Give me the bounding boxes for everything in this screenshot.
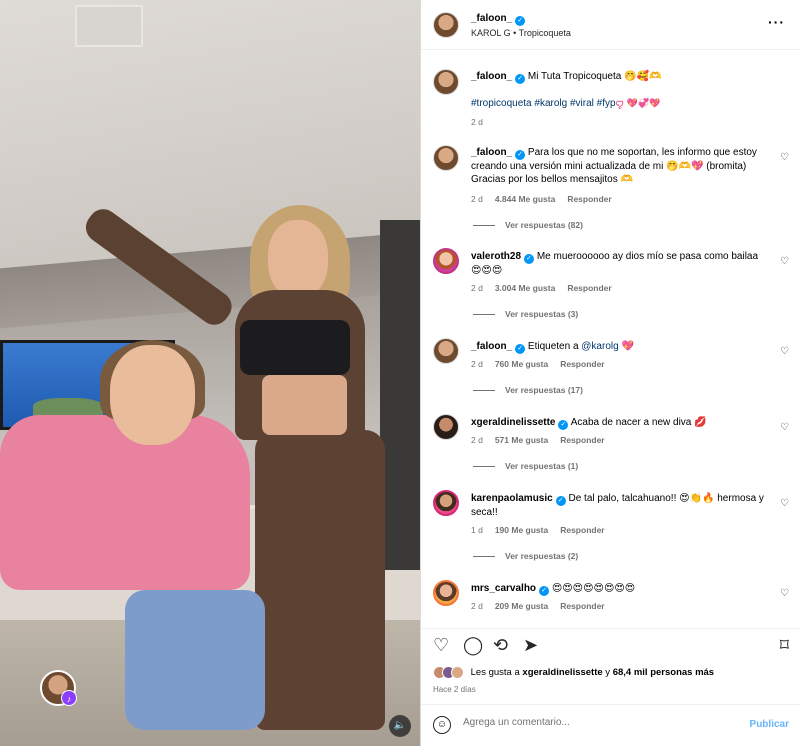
verified-icon: ✓ <box>524 254 535 264</box>
reply-button[interactable]: Responder <box>567 194 611 204</box>
view-replies-button[interactable]: Ver respuestas (2) <box>473 551 578 561</box>
comment-text-suffix: 💖 <box>618 341 634 352</box>
heart-icon[interactable]: ♡ <box>780 256 789 267</box>
comment-text: Acaba de nacer a new diva 💋 <box>570 417 707 428</box>
comment-username[interactable]: karenpaolamusic <box>471 493 553 504</box>
verified-icon: ✓ <box>558 420 569 430</box>
woman-top <box>240 320 350 375</box>
verified-icon: ✓ <box>515 74 526 84</box>
woman-pants <box>255 430 385 730</box>
comment-username[interactable]: _faloon_ <box>471 147 512 158</box>
heart-icon[interactable]: ♡ <box>780 422 789 433</box>
comment-time: 2 d <box>471 283 483 293</box>
comment-likes[interactable]: 209 Me gusta <box>495 601 548 611</box>
reply-button[interactable]: Responder <box>560 601 604 611</box>
video-ceiling-vent <box>75 5 143 47</box>
bookmark-icon[interactable]: ⌑ <box>780 635 789 656</box>
reply-button[interactable]: Responder <box>560 525 604 535</box>
comment-avatar[interactable] <box>433 490 459 516</box>
comment-username[interactable]: xgeraldinelissette <box>471 417 555 428</box>
comment-avatar[interactable] <box>433 145 459 171</box>
video-door <box>380 220 420 570</box>
view-replies-button[interactable]: Ver respuestas (17) <box>473 385 583 395</box>
collab-badge-icon: ♪ <box>61 690 77 706</box>
view-replies-button[interactable]: Ver respuestas (3) <box>473 309 578 319</box>
view-replies-button[interactable]: Ver respuestas (1) <box>473 461 578 471</box>
comment-time: 2 d <box>471 435 483 445</box>
comment-username[interactable]: _faloon_ <box>471 341 512 352</box>
comment-time: 2 d <box>471 359 483 369</box>
verified-icon: ✓ <box>515 150 526 160</box>
comment-avatar[interactable] <box>433 248 459 274</box>
author-username[interactable]: _faloon_ <box>471 13 512 24</box>
heart-icon[interactable]: ♡ <box>780 588 789 599</box>
comment-time: 1 d <box>471 525 483 535</box>
comment-text-prefix: Etiqueten a <box>527 341 582 352</box>
comment-mention[interactable]: @karolg <box>581 341 618 352</box>
comment-avatar[interactable] <box>433 338 459 364</box>
emoji-icon[interactable]: ☺ <box>433 716 451 734</box>
caption-avatar[interactable] <box>433 69 459 95</box>
comment-likes[interactable]: 571 Me gusta <box>495 435 548 445</box>
comment-avatar[interactable] <box>433 580 459 606</box>
reply-button[interactable]: Responder <box>560 359 604 369</box>
caption-username[interactable]: _faloon_ <box>471 71 512 82</box>
comment-time: 2 d <box>471 194 483 204</box>
comment-likes[interactable]: 760 Me gusta <box>495 359 548 369</box>
comment-username[interactable]: valeroth28 <box>471 251 521 262</box>
woman-face <box>268 220 328 298</box>
publish-button[interactable]: Publicar <box>750 719 789 730</box>
comment-icon[interactable]: ◯ <box>463 635 483 656</box>
reply-button[interactable]: Responder <box>567 283 611 293</box>
caption-time: 2 d <box>471 117 483 127</box>
comment-composer: ☺ Publicar <box>421 704 800 746</box>
author-avatar[interactable] <box>433 12 459 38</box>
send-icon[interactable]: ➤ <box>523 635 538 656</box>
comment-text: 😍😍😍😍😍😍😍😍 <box>551 583 636 594</box>
verified-icon: ✓ <box>515 344 526 354</box>
post-header: _faloon_ ✓ KAROL G • Tropicoqueta ··· <box>421 0 800 50</box>
heart-icon[interactable]: ♡ <box>780 346 789 357</box>
woman-midriff <box>262 375 347 435</box>
girl-jeans <box>125 590 265 730</box>
reply-button[interactable]: Responder <box>560 435 604 445</box>
likes-summary: Les gusta a xgeraldinelissette y 68,4 mi… <box>433 666 714 679</box>
caption-hashtags[interactable]: #tropicoqueta #karolg #viral #fyp <box>471 98 616 109</box>
video-ceiling <box>0 0 420 270</box>
post-video[interactable]: ♪ 🔈 <box>0 0 420 746</box>
verified-icon: ✓ <box>539 586 550 596</box>
comment-likes[interactable]: 190 Me gusta <box>495 525 548 535</box>
audio-track[interactable]: KAROL G • Tropicoqueta <box>471 28 571 38</box>
comment-input[interactable] <box>463 717 743 728</box>
comment-likes[interactable]: 3.004 Me gusta <box>495 283 555 293</box>
post-panel: _faloon_ ✓ KAROL G • Tropicoqueta ··· _fa… <box>420 0 800 746</box>
heart-icon[interactable]: ♡ <box>780 152 789 163</box>
verified-icon: ✓ <box>555 496 566 506</box>
comment-text: Para los que no me soportan, les informo… <box>471 147 757 185</box>
speaker-icon[interactable]: 🔈 <box>389 715 411 737</box>
caption-hashtag-emojis: ꨄ 💖💞💖 <box>615 99 661 109</box>
comment-username[interactable]: mrs_carvalho <box>471 583 536 594</box>
caption-text: Mi Tuta Tropicoqueta 🤭🥰🫶 <box>527 71 662 82</box>
comment-likes[interactable]: 4.844 Me gusta <box>495 194 555 204</box>
comment-avatar[interactable] <box>433 414 459 440</box>
comment-time: 2 d <box>471 601 483 611</box>
repost-icon[interactable]: ⟲ <box>493 635 508 656</box>
liker-avatar <box>451 666 464 679</box>
heart-icon[interactable]: ♡ <box>780 498 789 509</box>
likes-username[interactable]: xgeraldinelissette <box>522 667 602 678</box>
girl-sweater <box>0 415 250 590</box>
girl-face <box>110 345 195 445</box>
heart-icon[interactable]: ♡ <box>433 635 449 656</box>
action-bar: ♡ ◯ ⟲ ➤ ⌑ <box>421 628 800 662</box>
view-replies-button[interactable]: Ver respuestas (82) <box>473 220 583 230</box>
posted-time[interactable]: Hace 2 días <box>433 685 476 694</box>
likes-count[interactable]: 68,4 mil personas más <box>613 667 714 678</box>
more-icon[interactable]: ··· <box>768 14 785 30</box>
verified-icon: ✓ <box>515 16 526 26</box>
